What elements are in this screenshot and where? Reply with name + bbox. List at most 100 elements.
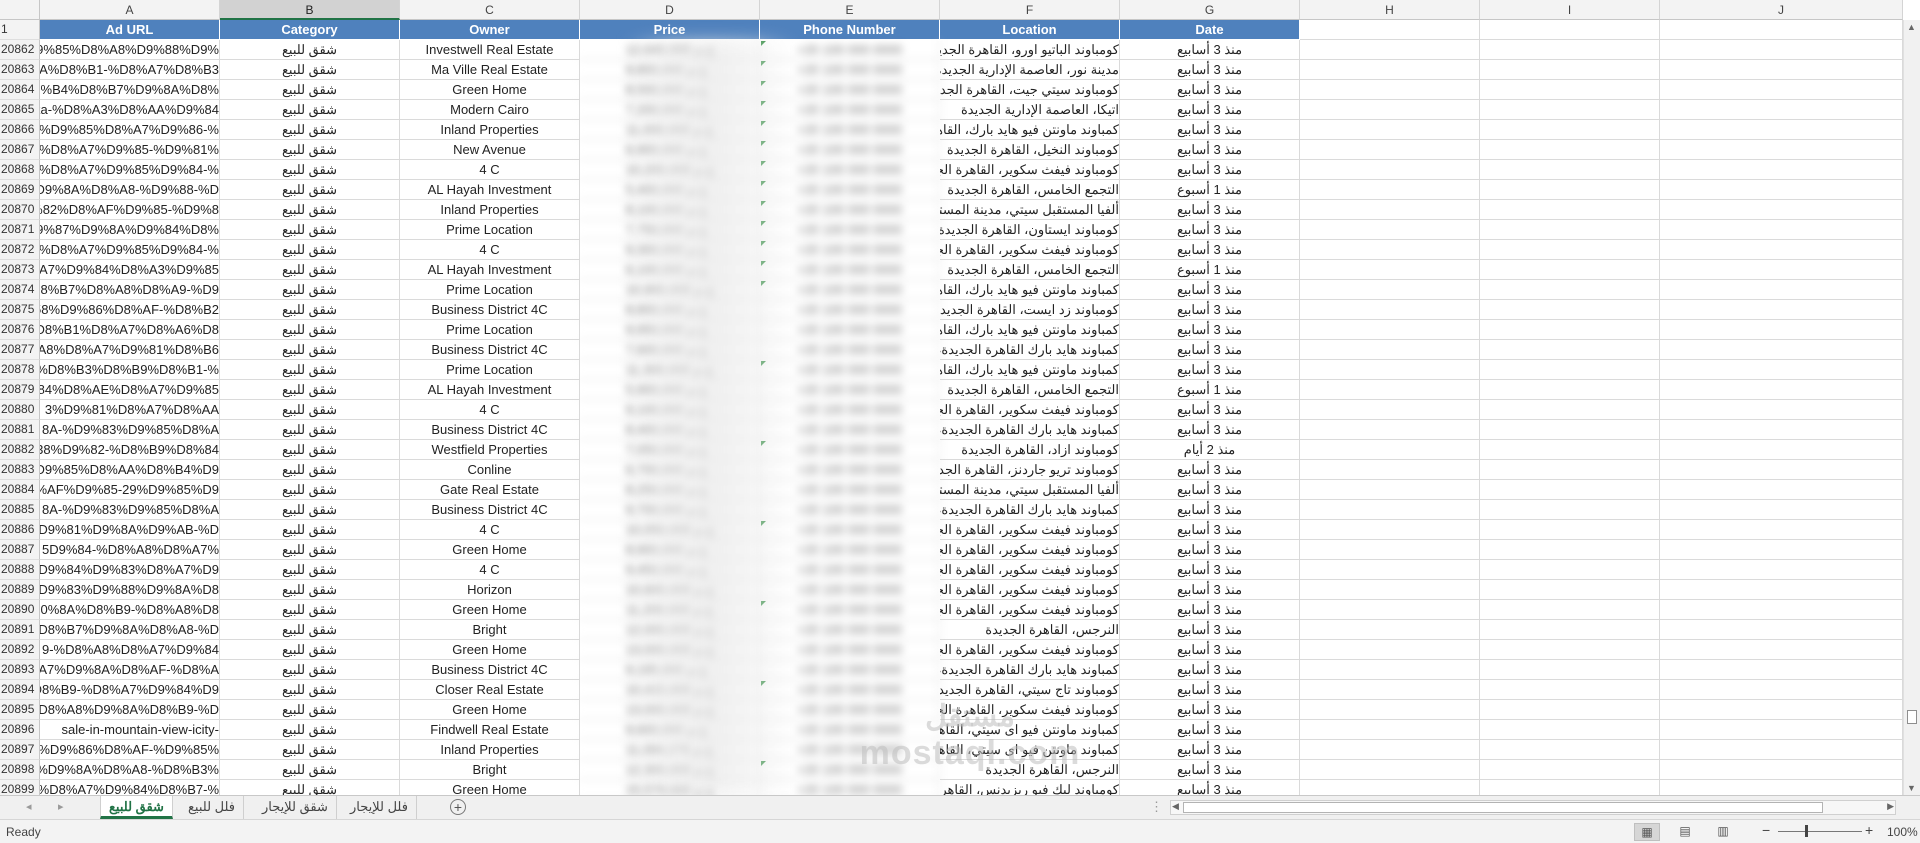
empty-cell[interactable]	[1480, 20, 1660, 40]
empty-cell[interactable]	[1480, 100, 1660, 120]
empty-cell[interactable]	[1660, 580, 1903, 600]
cell-cat[interactable]: شقق للبيع	[220, 200, 400, 220]
cell-date[interactable]: منذ 1 أسبوع	[1120, 260, 1300, 280]
sheet-tab-1[interactable]: شقق للبيع	[100, 796, 173, 819]
empty-cell[interactable]	[1660, 420, 1903, 440]
cell-owner[interactable]: Conline	[400, 460, 580, 480]
empty-cell[interactable]	[1480, 420, 1660, 440]
cell-price[interactable]: 8,100,000 ج.م	[580, 200, 760, 220]
cell-owner[interactable]: Green Home	[400, 540, 580, 560]
cell-phone[interactable]: +20 100 000 0000	[760, 280, 940, 300]
cell-phone[interactable]: +20 100 000 0000	[760, 100, 940, 120]
cell-date[interactable]: منذ 3 أسابيع	[1120, 60, 1300, 80]
empty-cell[interactable]	[1300, 680, 1480, 700]
empty-cell[interactable]	[1480, 520, 1660, 540]
cell-price[interactable]: 12,000,000 ج.م	[580, 620, 760, 640]
row-header[interactable]: 20890	[0, 600, 40, 620]
cell-cat[interactable]: شقق للبيع	[220, 520, 400, 540]
cell-loc[interactable]: كمباوند ماونتن فيو هايد بارك، القاهرة ال…	[940, 280, 1120, 300]
cell-cat[interactable]: شقق للبيع	[220, 680, 400, 700]
cell-date[interactable]: منذ 3 أسابيع	[1120, 200, 1300, 220]
cell-date[interactable]: منذ 3 أسابيع	[1120, 560, 1300, 580]
cell-loc[interactable]: كومباوند فيفث سكوير، القاهرة الجديدة	[940, 520, 1120, 540]
cell-phone[interactable]: +20 100 000 0000	[760, 540, 940, 560]
cell-loc[interactable]: كومباوند ازاد، القاهرة الجديدة	[940, 440, 1120, 460]
cell-url[interactable]: D9%85%D8%AA%D8%B4%D9	[40, 460, 220, 480]
empty-cell[interactable]	[1660, 60, 1903, 80]
cell-loc[interactable]: كومباوند فيفث سكوير، القاهرة الجديدة	[940, 700, 1120, 720]
header-cell-url[interactable]: Ad URL	[40, 20, 220, 40]
sheet-tab-4[interactable]: فلل للإيجار	[342, 796, 417, 819]
row-header[interactable]: 20869	[0, 180, 40, 200]
cell-price[interactable]: 10,600,000 ج.م	[580, 580, 760, 600]
cell-date[interactable]: منذ 3 أسابيع	[1120, 240, 1300, 260]
empty-cell[interactable]	[1660, 200, 1903, 220]
cell-date[interactable]: منذ 3 أسابيع	[1120, 520, 1300, 540]
cell-price[interactable]: 7,050,000 ج.م	[580, 440, 760, 460]
error-indicator-icon[interactable]	[761, 281, 766, 286]
row-header[interactable]: 20871	[0, 220, 40, 240]
error-indicator-icon[interactable]	[761, 101, 766, 106]
cell-date[interactable]: منذ 3 أسابيع	[1120, 300, 1300, 320]
empty-cell[interactable]	[1480, 160, 1660, 180]
empty-cell[interactable]	[1300, 520, 1480, 540]
cell-cat[interactable]: شقق للبيع	[220, 740, 400, 760]
empty-cell[interactable]	[1480, 720, 1660, 740]
cell-cat[interactable]: شقق للبيع	[220, 120, 400, 140]
cell-cat[interactable]: شقق للبيع	[220, 300, 400, 320]
cell-owner[interactable]: Business District 4C	[400, 340, 580, 360]
row-header[interactable]: 20879	[0, 380, 40, 400]
error-indicator-icon[interactable]	[761, 61, 766, 66]
empty-cell[interactable]	[1480, 580, 1660, 600]
cell-url[interactable]: %D8%A7%D9%84%D8%B7-%	[40, 780, 220, 795]
cell-owner[interactable]: AL Hayah Investment	[400, 380, 580, 400]
vertical-scroll-thumb[interactable]	[1907, 710, 1917, 724]
error-indicator-icon[interactable]	[761, 181, 766, 186]
cell-owner[interactable]: AL Hayah Investment	[400, 260, 580, 280]
cell-phone[interactable]: +20 100 000 0000	[760, 720, 940, 740]
empty-cell[interactable]	[1660, 660, 1903, 680]
cell-owner[interactable]: 4 C	[400, 560, 580, 580]
empty-cell[interactable]	[1660, 140, 1903, 160]
cell-loc[interactable]: كومباوند فيفث سكوير، القاهرة الجديدة	[940, 560, 1120, 580]
row-header[interactable]: 20898	[0, 760, 40, 780]
cell-url[interactable]: 38%D9%82-%D8%B9%D8%84	[40, 440, 220, 460]
scroll-right-icon[interactable]: ▶	[1887, 801, 1894, 812]
empty-cell[interactable]	[1660, 460, 1903, 480]
empty-cell[interactable]	[1480, 460, 1660, 480]
prev-sheet-icon[interactable]: ◂	[26, 800, 32, 813]
cell-date[interactable]: منذ 3 أسابيع	[1120, 620, 1300, 640]
empty-cell[interactable]	[1300, 620, 1480, 640]
row-header[interactable]: 20875	[0, 300, 40, 320]
empty-cell[interactable]	[1300, 600, 1480, 620]
cell-price[interactable]: 10,050,000 ج.م	[580, 520, 760, 540]
cell-phone[interactable]: +20 100 000 0000	[760, 120, 940, 140]
empty-cell[interactable]	[1660, 20, 1903, 40]
cell-owner[interactable]: New Avenue	[400, 140, 580, 160]
cell-phone[interactable]: +20 100 000 0000	[760, 640, 940, 660]
empty-cell[interactable]	[1480, 120, 1660, 140]
cell-url[interactable]: %D8%B7%D9%8A%D8%A8-%D	[40, 620, 220, 640]
cell-url[interactable]: D8%B9-%D8%A7%D9%84%D9	[40, 680, 220, 700]
cell-cat[interactable]: شقق للبيع	[220, 700, 400, 720]
empty-cell[interactable]	[1480, 300, 1660, 320]
empty-cell[interactable]	[1300, 180, 1480, 200]
empty-cell[interactable]	[1480, 180, 1660, 200]
empty-cell[interactable]	[1480, 360, 1660, 380]
empty-cell[interactable]	[1300, 120, 1480, 140]
cell-price[interactable]: 11,084,276 ج.م	[580, 740, 760, 760]
cell-phone[interactable]: +20 100 000 0000	[760, 440, 940, 460]
cell-loc[interactable]: النرجس، القاهرة الجديدة	[940, 760, 1120, 780]
cell-url[interactable]: %D9%81%D9%8A%D9%AB-%D	[40, 520, 220, 540]
empty-cell[interactable]	[1480, 140, 1660, 160]
cell-price[interactable]: 7,750,000 ج.م	[580, 220, 760, 240]
cell-phone[interactable]: +20 100 000 0000	[760, 140, 940, 160]
cell-phone[interactable]: +20 100 000 0000	[760, 320, 940, 340]
empty-cell[interactable]	[1300, 460, 1480, 480]
cell-price[interactable]: 8,900,000 ج.م	[580, 540, 760, 560]
cell-owner[interactable]: Bright	[400, 760, 580, 780]
error-indicator-icon[interactable]	[761, 261, 766, 266]
empty-cell[interactable]	[1660, 400, 1903, 420]
empty-cell[interactable]	[1660, 480, 1903, 500]
empty-cell[interactable]	[1660, 120, 1903, 140]
